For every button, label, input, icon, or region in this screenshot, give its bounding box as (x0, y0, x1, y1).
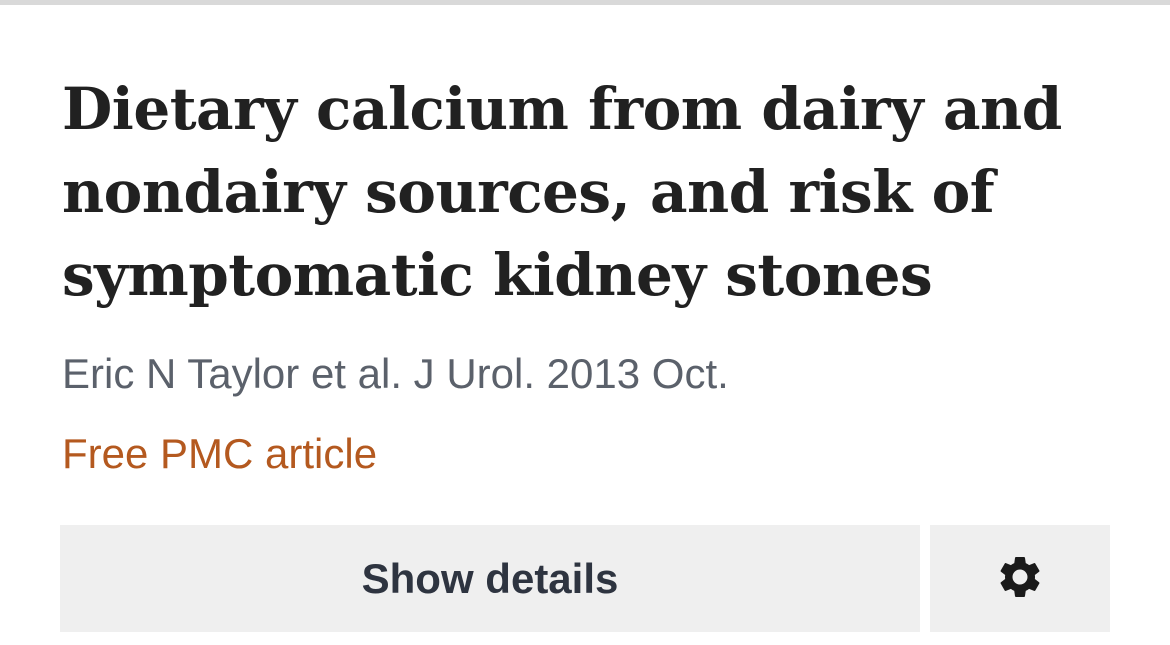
article-result-card: Dietary calcium from dairy and nondairy … (0, 0, 1170, 645)
title-line-2: nondairy sources, and risk of (62, 158, 995, 226)
show-details-label: Show details (361, 554, 619, 602)
gear-icon (995, 552, 1045, 605)
article-title[interactable]: Dietary calcium from dairy and nondairy … (62, 68, 1122, 317)
title-line-3: symptomatic kidney stones (62, 241, 933, 309)
free-pmc-article-link[interactable]: Free PMC article (62, 428, 377, 480)
title-line-1: Dietary calcium from dairy and (62, 75, 1062, 143)
top-divider (0, 0, 1170, 5)
article-citation: Eric N Taylor et al. J Urol. 2013 Oct. (62, 350, 729, 397)
settings-button[interactable] (930, 525, 1110, 632)
show-details-button[interactable]: Show details (60, 525, 920, 632)
